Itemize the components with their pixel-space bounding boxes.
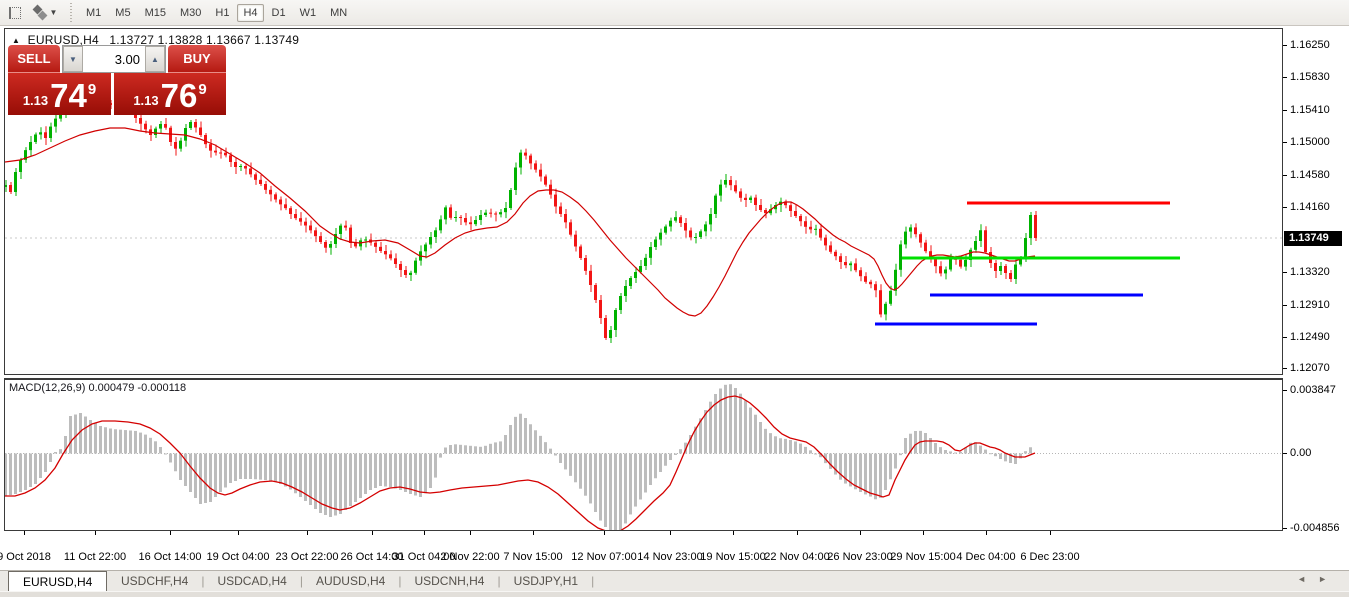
sell-price-main: 74 xyxy=(50,81,87,111)
date-axis-tick xyxy=(604,531,605,535)
price-axis-tick xyxy=(1283,207,1287,208)
date-axis-label: 26 Nov 23:00 xyxy=(827,551,892,563)
date-axis-tick xyxy=(533,531,534,535)
price-axis-label: 1.13320 xyxy=(1290,266,1330,278)
one-click-trading-panel: SELL ▼ ▲ BUY 1.13 74 9 1.13 76 9 xyxy=(8,45,226,115)
macd-axis-label: 0.00 xyxy=(1290,447,1311,459)
date-axis-tick xyxy=(1050,531,1051,535)
price-axis-label: 1.14580 xyxy=(1290,169,1330,181)
date-axis-label: 19 Nov 15:00 xyxy=(700,551,765,563)
macd-axis-tick xyxy=(1283,390,1287,391)
date-axis-tick xyxy=(95,531,96,535)
price-axis-tick xyxy=(1283,337,1287,338)
macd-axis-label: 0.003847 xyxy=(1290,384,1336,396)
price-axis-tick xyxy=(1283,77,1287,78)
date-axis-tick xyxy=(307,531,308,535)
sell-price-prefix: 1.13 xyxy=(23,93,48,108)
date-axis-label: 22 Nov 04:00 xyxy=(764,551,829,563)
price-axis-label: 1.12490 xyxy=(1290,331,1330,343)
date-axis-label: 23 Oct 22:00 xyxy=(276,551,339,563)
price-axis-label: 1.15830 xyxy=(1290,71,1330,83)
date-axis-tick xyxy=(372,531,373,535)
buy-price-prefix: 1.13 xyxy=(133,93,158,108)
mt4-terminal-window: ▼ M1M5M15M30H1H4D1W1MN ▲ EURUSD,H4 1.137… xyxy=(0,0,1349,597)
buy-button[interactable]: BUY xyxy=(168,45,226,73)
price-axis-tick xyxy=(1283,368,1287,369)
date-axis-label: 6 Dec 23:00 xyxy=(1020,551,1079,563)
macd-group xyxy=(4,384,1282,535)
date-axis-label: 29 Nov 15:00 xyxy=(890,551,955,563)
date-axis-label: 9 Oct 2018 xyxy=(0,551,51,563)
price-axis-label: 1.12910 xyxy=(1290,299,1330,311)
date-axis-tick xyxy=(24,531,25,535)
date-axis-label: 16 Oct 14:00 xyxy=(139,551,202,563)
date-axis-tick xyxy=(170,531,171,535)
buy-price-pip: 9 xyxy=(198,81,206,98)
volume-box: ▼ ▲ xyxy=(62,45,166,73)
price-axis-tick xyxy=(1283,272,1287,273)
price-axis-tick xyxy=(1283,305,1287,306)
date-axis-label: 7 Nov 15:00 xyxy=(503,551,562,563)
price-axis-tick xyxy=(1283,175,1287,176)
date-axis-label: 4 Dec 04:00 xyxy=(956,551,1015,563)
date-axis-label: 12 Nov 07:00 xyxy=(571,551,636,563)
candles-group xyxy=(4,95,1282,343)
sell-price-display[interactable]: 1.13 74 9 xyxy=(8,73,111,115)
buy-price-main: 76 xyxy=(161,81,198,111)
collapse-panel-icon[interactable]: ▲ xyxy=(12,36,20,45)
date-axis-label: 14 Nov 23:00 xyxy=(637,551,702,563)
date-axis-tick xyxy=(670,531,671,535)
price-axis-tick xyxy=(1283,110,1287,111)
price-axis-label: 1.12070 xyxy=(1290,362,1330,374)
current-price-badge: 1.13749 xyxy=(1284,231,1342,246)
sell-button[interactable]: SELL xyxy=(8,45,60,73)
price-axis-label: 1.16250 xyxy=(1290,39,1330,51)
date-axis-label: 19 Oct 04:00 xyxy=(207,551,270,563)
macd-indicator-label: MACD(12,26,9) 0.000479 -0.000118 xyxy=(9,382,186,394)
date-axis-tick xyxy=(238,531,239,535)
price-axis-tick xyxy=(1283,45,1287,46)
date-axis-label: 2 Nov 22:00 xyxy=(440,551,499,563)
date-axis-label: 11 Oct 22:00 xyxy=(64,551,126,563)
volume-decrease-button[interactable]: ▼ xyxy=(63,46,83,72)
date-axis-tick xyxy=(797,531,798,535)
price-axis-label: 1.14160 xyxy=(1290,201,1330,213)
date-axis-tick xyxy=(470,531,471,535)
volume-input[interactable] xyxy=(83,46,145,72)
price-axis-label: 1.15410 xyxy=(1290,104,1330,116)
date-axis-tick xyxy=(424,531,425,535)
date-axis-tick xyxy=(923,531,924,535)
macd-axis-label: -0.004856 xyxy=(1290,522,1340,534)
tab-eurusd-h4-active[interactable]: EURUSD,H4 xyxy=(8,571,107,591)
macd-axis-tick xyxy=(1283,453,1287,454)
buy-price-display[interactable]: 1.13 76 9 xyxy=(114,73,226,115)
date-axis-tick xyxy=(733,531,734,535)
price-axis-tick xyxy=(1283,142,1287,143)
sell-price-pip: 9 xyxy=(88,81,96,98)
date-axis-tick xyxy=(860,531,861,535)
volume-increase-button[interactable]: ▲ xyxy=(145,46,165,72)
price-axis-label: 1.15000 xyxy=(1290,136,1330,148)
date-axis-tick xyxy=(986,531,987,535)
macd-axis-tick xyxy=(1283,528,1287,529)
